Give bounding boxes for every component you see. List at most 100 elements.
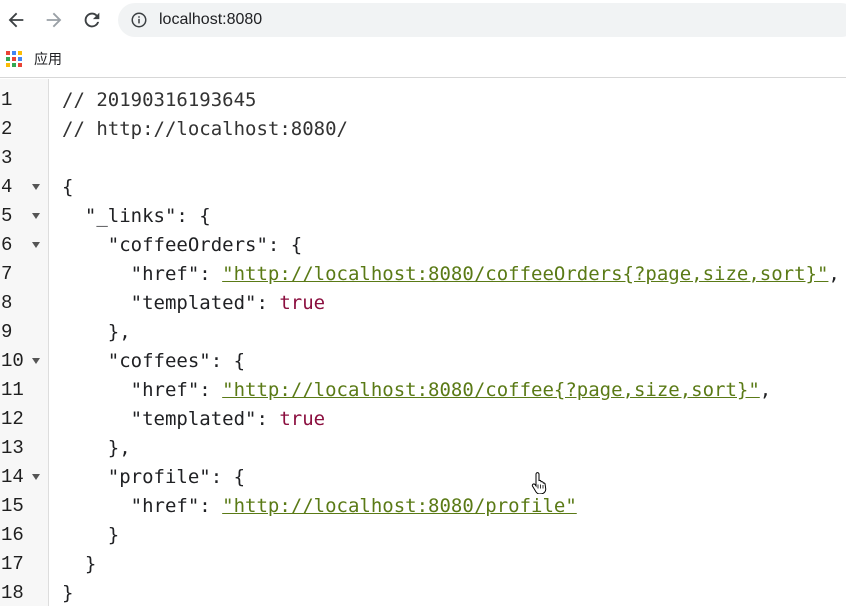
code-line: 7 "href": "http://localhost:8080/coffeeO… bbox=[0, 260, 846, 289]
browser-toolbar: localhost:8080 bbox=[0, 0, 846, 40]
code-line: 6 "coffeeOrders": { bbox=[0, 231, 846, 260]
line-number: 5 bbox=[1, 205, 13, 227]
code-line: 15 "href": "http://localhost:8080/profil… bbox=[0, 492, 846, 521]
address-bar[interactable]: localhost:8080 bbox=[118, 3, 846, 37]
code-text: "profile": { bbox=[62, 466, 245, 488]
code-text: "templated": true bbox=[62, 292, 325, 314]
reload-icon bbox=[84, 12, 100, 28]
code-line: 3 bbox=[0, 144, 846, 173]
code-line: 1 // 20190316193645 bbox=[0, 86, 846, 115]
info-icon[interactable] bbox=[130, 11, 148, 29]
line-number: 10 bbox=[1, 350, 24, 372]
json-punctuation: , bbox=[759, 379, 772, 401]
json-text: { bbox=[62, 176, 74, 198]
code-comment: // 20190316193645 bbox=[62, 89, 257, 111]
json-text: "_links": { bbox=[84, 205, 211, 227]
url-text: localhost:8080 bbox=[159, 11, 263, 28]
json-text: "profile": { bbox=[107, 466, 246, 488]
json-text: "coffees": { bbox=[107, 350, 246, 372]
apps-label: 应用 bbox=[34, 52, 62, 68]
line-number: 15 bbox=[1, 495, 24, 517]
json-key: "templated": bbox=[130, 408, 280, 430]
code-line: 5 "_links": { bbox=[0, 202, 846, 231]
line-number: 12 bbox=[1, 408, 24, 430]
line-number: 8 bbox=[1, 292, 13, 314]
json-boolean-value: true bbox=[279, 408, 326, 430]
json-key: "href": bbox=[130, 263, 223, 285]
code-line: 10 "coffees": { bbox=[0, 347, 846, 376]
line-number: 9 bbox=[1, 321, 13, 343]
json-text: } bbox=[84, 553, 97, 575]
code-line: 13 }, bbox=[0, 434, 846, 463]
code-text: } bbox=[62, 582, 73, 604]
json-text: } bbox=[107, 524, 120, 546]
json-viewer: 1 // 20190316193645 2 // http://localhost:8… bbox=[0, 79, 846, 606]
code-text: "coffees": { bbox=[62, 350, 245, 372]
code-text: "href": "http://localhost:8080/coffee{?p… bbox=[62, 379, 772, 401]
code-text: { bbox=[62, 176, 73, 198]
json-key: "templated": bbox=[130, 292, 280, 314]
line-number: 14 bbox=[1, 466, 24, 488]
code-line: 2 // http://localhost:8080/ bbox=[0, 115, 846, 144]
json-text: "coffeeOrders": { bbox=[107, 234, 303, 256]
code-line: 8 "templated": true bbox=[0, 289, 846, 318]
forward-button[interactable] bbox=[42, 8, 66, 32]
line-number: 18 bbox=[1, 582, 24, 604]
line-number: 7 bbox=[1, 263, 13, 285]
code-text: }, bbox=[62, 437, 131, 459]
json-text: }, bbox=[107, 437, 131, 459]
code-line: 17 } bbox=[0, 550, 846, 579]
code-line: 12 "templated": true bbox=[0, 405, 846, 434]
json-text: }, bbox=[107, 321, 131, 343]
code-text: "_links": { bbox=[62, 205, 211, 227]
code-line: 9 }, bbox=[0, 318, 846, 347]
line-number: 3 bbox=[1, 147, 13, 169]
code-text: // http://localhost:8080/ bbox=[62, 118, 348, 140]
line-number: 1 bbox=[1, 89, 13, 111]
arrow-right-icon bbox=[46, 12, 62, 28]
line-number: 11 bbox=[1, 379, 24, 401]
json-link-value[interactable]: "http://localhost:8080/coffeeOrders{?pag… bbox=[222, 263, 828, 285]
fold-triangle-icon[interactable] bbox=[32, 473, 40, 481]
code-comment: // http://localhost:8080/ bbox=[62, 118, 348, 140]
line-number: 16 bbox=[1, 524, 24, 546]
json-key: "href": bbox=[130, 379, 223, 401]
code-line: 18} bbox=[0, 579, 846, 606]
arrow-left-icon bbox=[8, 12, 24, 28]
json-link-value[interactable]: "http://localhost:8080/profile" bbox=[222, 495, 577, 517]
back-button[interactable] bbox=[4, 8, 28, 32]
fold-triangle-icon[interactable] bbox=[32, 357, 40, 365]
code-text: } bbox=[62, 553, 96, 575]
line-number: 17 bbox=[1, 553, 24, 575]
fold-triangle-icon[interactable] bbox=[32, 212, 40, 220]
code-text: // 20190316193645 bbox=[62, 89, 256, 111]
code-line: 11 "href": "http://localhost:8080/coffee… bbox=[0, 376, 846, 405]
code-line: 16 } bbox=[0, 521, 846, 550]
line-number: 13 bbox=[1, 437, 24, 459]
json-link-value[interactable]: "http://localhost:8080/coffee{?page,size… bbox=[222, 379, 760, 401]
line-number: 4 bbox=[1, 176, 13, 198]
hand-pointer-icon bbox=[531, 472, 547, 494]
fold-triangle-icon[interactable] bbox=[32, 183, 40, 191]
apps-shortcut[interactable]: 应用 bbox=[6, 50, 62, 68]
reload-button[interactable] bbox=[80, 8, 104, 32]
code-text: "href": "http://localhost:8080/coffeeOrd… bbox=[62, 263, 840, 285]
code-text: "href": "http://localhost:8080/profile" bbox=[62, 495, 577, 517]
code-text: } bbox=[62, 524, 119, 546]
bookmarks-bar: 应用 bbox=[0, 40, 846, 78]
fold-triangle-icon[interactable] bbox=[32, 241, 40, 249]
json-boolean-value: true bbox=[279, 292, 326, 314]
